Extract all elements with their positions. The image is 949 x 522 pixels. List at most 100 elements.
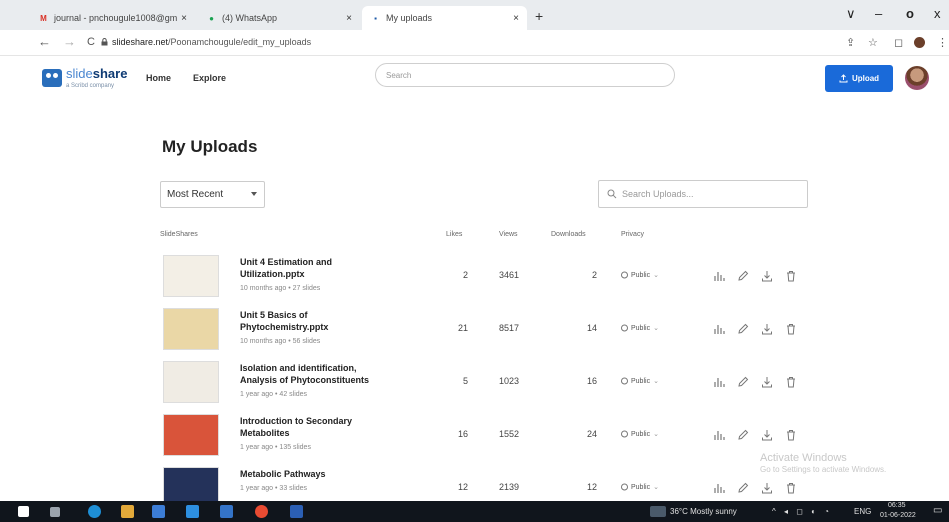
slide-thumbnail[interactable] [163, 361, 219, 403]
clock-date[interactable]: 01-06-2022 [880, 512, 916, 519]
sidebar-icon[interactable]: ◻ [894, 36, 903, 49]
delete-icon[interactable] [784, 375, 798, 389]
zoom-icon[interactable] [220, 505, 233, 518]
privacy-select[interactable]: Public ⌄ [621, 430, 659, 438]
privacy-label: Public [631, 324, 651, 332]
privacy-select[interactable]: Public ⌄ [621, 324, 659, 332]
share-icon[interactable]: ⇪ [846, 36, 855, 49]
clock-time[interactable]: 06:35 [888, 502, 906, 509]
table-row: Introduction to Secondary Metabolites 1 … [160, 412, 820, 464]
notification-icon[interactable]: ▭ [933, 505, 942, 516]
logo-subtitle: a Scribd company [66, 83, 115, 89]
column-header-likes: Likes [446, 231, 463, 238]
privacy-select[interactable]: Public ⌄ [621, 271, 659, 279]
privacy-select[interactable]: Public ⌄ [621, 483, 659, 491]
edge-icon[interactable] [88, 505, 101, 518]
close-window-button[interactable]: x [934, 6, 941, 21]
weather-text[interactable]: 36°C Mostly sunny [670, 507, 737, 516]
analytics-icon[interactable] [712, 269, 726, 283]
tab-whatsapp[interactable]: ● (4) WhatsApp × [198, 6, 360, 30]
slideshare-icon: ▪ [374, 13, 377, 23]
delete-icon[interactable] [784, 322, 798, 336]
site-search-input[interactable]: Search [375, 63, 675, 87]
forward-button[interactable]: → [63, 34, 76, 49]
edit-icon[interactable] [736, 375, 750, 389]
table-row: Unit 5 Basics of Phytochemistry.pptx 10 … [160, 306, 820, 358]
tab-gmail[interactable]: M journal - pnchougule1008@gm × [30, 6, 195, 30]
delete-icon[interactable] [784, 428, 798, 442]
slideshare-logo-icon [42, 68, 62, 87]
minimize-button[interactable]: – [875, 6, 882, 21]
url-field[interactable]: slideshare.net/Poonamchougule/edit_my_up… [112, 37, 311, 47]
star-icon[interactable]: ☆ [868, 36, 878, 49]
nav-explore[interactable]: Explore [193, 73, 226, 83]
tab-close-icon[interactable]: × [346, 13, 352, 24]
back-button[interactable]: ← [38, 34, 51, 49]
chevron-down-icon: ⌄ [653, 431, 659, 438]
edit-icon[interactable] [736, 322, 750, 336]
slide-thumbnail[interactable] [163, 414, 219, 456]
profile-icon[interactable] [914, 37, 925, 48]
analytics-icon[interactable] [712, 428, 726, 442]
slide-title[interactable]: Introduction to Secondary Metabolites [240, 416, 390, 439]
search-uploads-input[interactable]: Search Uploads... [598, 180, 808, 208]
download-icon[interactable] [760, 269, 774, 283]
slide-title[interactable]: Unit 5 Basics of Phytochemistry.pptx [240, 310, 390, 333]
file-explorer-icon[interactable] [121, 505, 134, 518]
tab-my-uploads[interactable]: ▪ My uploads × [362, 6, 527, 30]
avatar[interactable] [905, 66, 929, 90]
upload-label: Upload [851, 74, 880, 83]
windows-start-icon[interactable] [18, 506, 29, 517]
slide-title[interactable]: Metabolic Pathways [240, 469, 390, 481]
mail-icon[interactable] [186, 505, 199, 518]
download-icon[interactable] [760, 428, 774, 442]
slide-thumbnail[interactable] [163, 308, 219, 350]
activate-windows-watermark: Activate Windows Go to Settings to activ… [760, 451, 886, 476]
analytics-icon[interactable] [712, 322, 726, 336]
delete-icon[interactable] [784, 481, 798, 495]
upload-button[interactable]: Upload [825, 65, 893, 92]
watermark-line1: Activate Windows [760, 452, 847, 464]
tab-search-icon[interactable]: ∨ [846, 6, 856, 22]
row-actions [712, 322, 798, 336]
reload-button[interactable]: C [87, 36, 95, 48]
nav-home[interactable]: Home [146, 73, 171, 83]
menu-icon[interactable]: ⋮ [937, 36, 948, 49]
download-icon[interactable] [760, 322, 774, 336]
analytics-icon[interactable] [712, 481, 726, 495]
system-tray-icons[interactable]: ^ ◂ ◻ ◐ ◔ [772, 507, 832, 516]
chrome-icon[interactable] [255, 505, 268, 518]
privacy-label: Public [631, 483, 651, 491]
edit-icon[interactable] [736, 481, 750, 495]
row-actions [712, 428, 798, 442]
edit-icon[interactable] [736, 428, 750, 442]
chevron-down-icon: ⌄ [653, 325, 659, 332]
url-path: /Poonamchougule/edit_my_uploads [168, 37, 312, 47]
download-icon[interactable] [760, 481, 774, 495]
privacy-select[interactable]: Public ⌄ [621, 377, 659, 385]
slide-title[interactable]: Isolation and identification, Analysis o… [240, 363, 390, 386]
new-tab-button[interactable]: + [535, 8, 543, 24]
task-view-icon[interactable] [50, 507, 60, 517]
likes-count: 5 [462, 376, 468, 386]
site-header: slideshare a Scribd company Home Explore… [0, 56, 949, 100]
store-icon[interactable] [152, 505, 165, 518]
tab-close-icon[interactable]: × [181, 13, 187, 24]
delete-icon[interactable] [784, 269, 798, 283]
column-header-downloads: Downloads [551, 231, 586, 238]
slide-thumbnail[interactable] [163, 255, 219, 297]
language-indicator[interactable]: ENG [854, 507, 871, 516]
sort-dropdown[interactable]: Most Recent [160, 181, 265, 208]
maximize-button[interactable]: o [906, 6, 914, 21]
downloads-count: 14 [586, 323, 597, 333]
tab-close-icon[interactable]: × [513, 13, 519, 24]
column-header-views: Views [499, 231, 518, 238]
slideshare-logo[interactable]: slideshare a Scribd company [42, 66, 127, 89]
word-icon[interactable] [290, 505, 303, 518]
download-icon[interactable] [760, 375, 774, 389]
row-actions [712, 375, 798, 389]
slide-title[interactable]: Unit 4 Estimation and Utilization.pptx [240, 257, 390, 280]
analytics-icon[interactable] [712, 375, 726, 389]
weather-icon[interactable] [650, 506, 666, 517]
edit-icon[interactable] [736, 269, 750, 283]
